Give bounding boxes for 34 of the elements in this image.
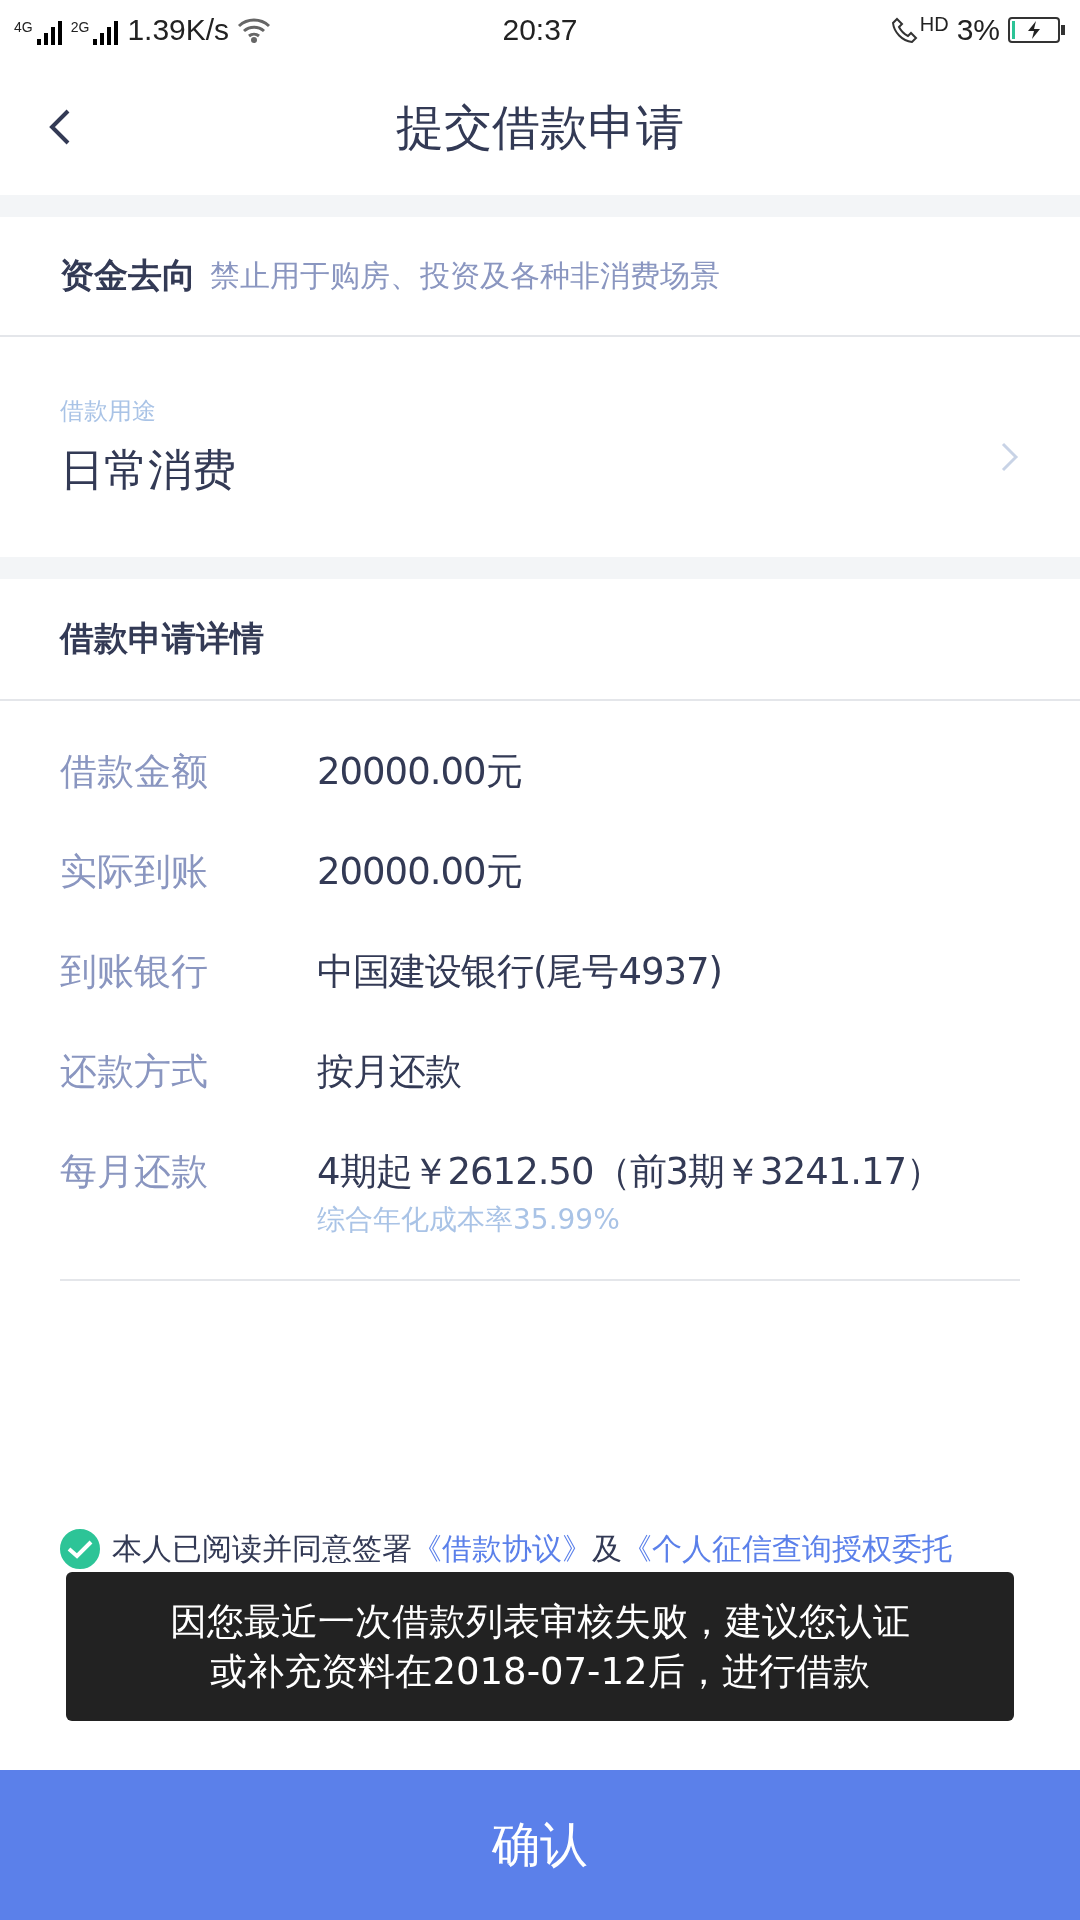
- detail-label: 每月还款: [60, 1149, 209, 1195]
- page-title: 提交借款申请: [396, 97, 684, 157]
- network-speed: 1.39K/s: [127, 13, 230, 47]
- signal-icon: [34, 19, 63, 45]
- loan-agreement-link[interactable]: 《借款协议》: [412, 1531, 592, 1566]
- agreement-text: 本人已阅读并同意签署《借款协议》及《个人征信查询授权委托: [112, 1530, 952, 1568]
- phone-icon: [891, 16, 918, 44]
- battery-percent: 3%: [956, 13, 1000, 47]
- battery-charging-icon: [1008, 17, 1066, 43]
- detail-label: 还款方式: [60, 1049, 209, 1095]
- rate-note: 综合年化成本率35.99%: [317, 1202, 621, 1238]
- network-label: 2G: [70, 19, 90, 35]
- clock: 20:37: [502, 13, 578, 47]
- confirm-button[interactable]: 确认: [0, 1770, 1080, 1920]
- detail-value: 按月还款: [317, 1049, 461, 1095]
- detail-label: 借款金额: [60, 749, 209, 795]
- detail-value: 4期起￥2612.50（前3期￥3241.17）: [317, 1149, 943, 1195]
- chevron-right-icon: [1000, 441, 1020, 473]
- detail-value: 20000.00元: [317, 749, 522, 795]
- review-failure-toast: 因您最近一次借款列表审核失败，建议您认证 或补充资料在2018-07-12后，进行借款: [66, 1572, 1014, 1721]
- agreement-checkbox[interactable]: [60, 1529, 100, 1569]
- detail-label: 到账银行: [60, 949, 209, 995]
- wifi-icon: [237, 17, 272, 43]
- section-title: 借款申请详情: [60, 617, 264, 660]
- checkmark-icon: [67, 1539, 93, 1559]
- network-label: 4G: [14, 19, 33, 35]
- detail-label: 实际到账: [60, 849, 209, 895]
- signal-icon: [91, 19, 120, 45]
- detail-value: 20000.00元: [317, 849, 522, 895]
- credit-authorization-link[interactable]: 《个人征信查询授权委托: [622, 1531, 952, 1566]
- detail-value: 中国建设银行(尾号4937): [317, 949, 723, 995]
- usage-notice: 禁止用于购房、投资及各种非消费场景: [210, 256, 720, 295]
- section-label: 资金去向: [60, 254, 196, 297]
- hd-label: HD: [919, 13, 949, 36]
